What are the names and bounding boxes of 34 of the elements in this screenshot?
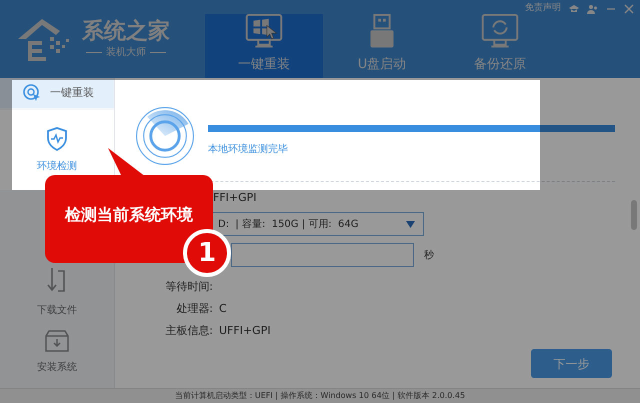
nav-tab[interactable]: 一键重装 [205,14,323,78]
board-info-value: FFI+GPI [213,190,257,206]
box-download-icon [45,330,69,352]
scrollbar-thumb[interactable] [631,200,637,230]
info-value: C [219,300,227,317]
seconds-unit: 秒 [424,248,434,262]
cursor-target-icon [22,83,42,103]
info-label: 等待时间: [164,278,214,295]
status-bar-text: 当前计算机启动类型：UEFI | 操作系统：Windows 10 64位 | 软件版本 2.0.0.45 [174,390,466,402]
sidebar-item[interactable]: 下载文件 [0,265,114,319]
monitor-refresh-icon [481,14,519,48]
users-icon[interactable] [587,4,598,14]
usb-drive-icon [368,14,396,48]
shield-pulse-icon [46,126,68,150]
nav-tab[interactable]: U盘启动 [323,14,441,78]
download-arrow-icon [46,266,68,294]
graduation-cap-icon[interactable] [569,4,579,14]
info-label: 主板信息: [164,322,214,339]
info-label: 处理器: [175,300,214,317]
status-text: 本地环境监测完毕 [208,142,289,157]
next-step-button[interactable]: 下一步 [531,349,612,378]
info-value: UFFI+GPI [219,322,271,339]
nav-tab[interactable]: 备份还原 [441,14,559,78]
sidebar-header-label: 一键重装 [50,84,94,101]
dropdown-caret-icon[interactable] [406,220,415,228]
wait-time-input[interactable] [231,243,414,267]
close-icon[interactable] [624,4,634,14]
disclaimer-link[interactable]: 免责声明 [525,2,561,16]
logo-title: 系统之家 [82,18,170,46]
logo-subtitle: 装机大师 [106,46,146,60]
sidebar-item[interactable]: 安装系统 [0,325,114,379]
monitor-cursor-icon [245,14,283,48]
radar-scan-icon [133,104,197,168]
callout-text: 检测当前系统环境 [65,204,193,226]
